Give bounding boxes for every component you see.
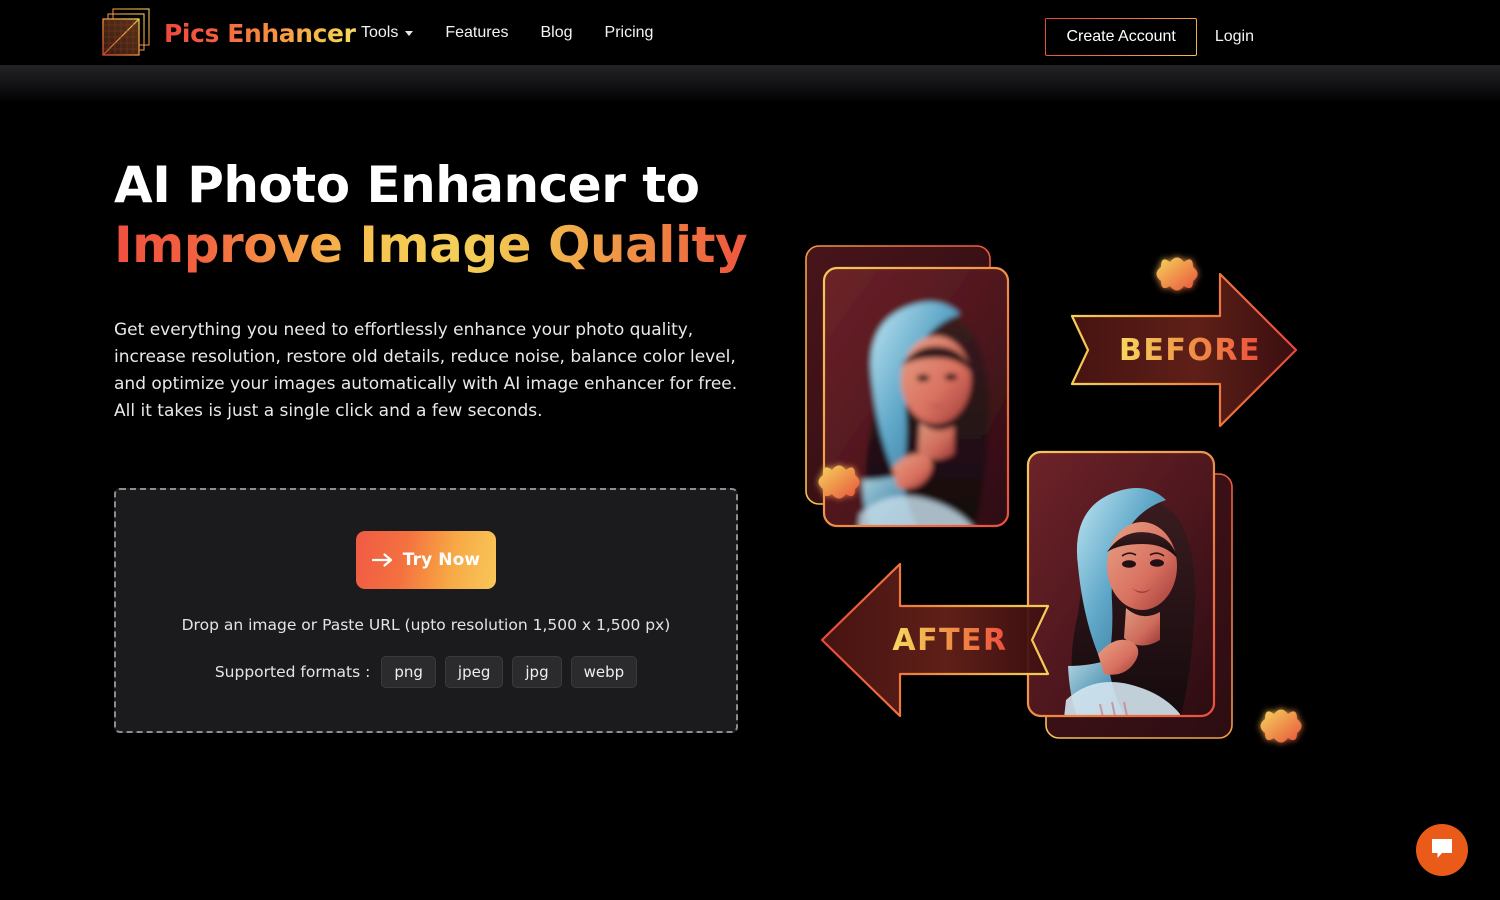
four-point-star-icon xyxy=(1156,257,1198,291)
hero-description: Get everything you need to effortlessly … xyxy=(114,320,738,421)
nav-label-blog: Blog xyxy=(540,23,573,41)
four-point-star-icon xyxy=(818,465,860,499)
header-gradient-divider xyxy=(0,65,1500,103)
supported-formats-row: Supported formats : png jpeg jpg webp xyxy=(214,656,638,688)
stacked-frames-icon xyxy=(100,6,158,60)
arrow-right-icon xyxy=(371,552,394,568)
arrow-right-banner-icon: BEFORE xyxy=(1070,272,1298,428)
format-chip-webp[interactable]: webp xyxy=(570,656,638,688)
nav-label-pricing: Pricing xyxy=(604,23,654,41)
format-chip-png[interactable]: png xyxy=(381,656,436,688)
chevron-down-icon xyxy=(405,31,414,36)
chat-bubble-icon xyxy=(1429,837,1455,864)
try-now-button[interactable]: Try Now xyxy=(356,531,496,589)
auth-actions: Create Account Login xyxy=(1045,18,1272,56)
brand-name: Pics Enhancer xyxy=(164,18,356,48)
brand-logo[interactable]: Pics Enhancer xyxy=(100,6,356,60)
format-chip-jpeg[interactable]: jpeg xyxy=(444,656,504,688)
supported-formats-label: Supported formats : xyxy=(214,663,371,681)
photo-card-after xyxy=(1026,450,1216,718)
image-dropzone[interactable]: Try Now Drop an image or Paste URL (upto… xyxy=(114,488,738,733)
main-navigation: Tools Features Blog Pricing xyxy=(345,0,669,65)
create-account-button[interactable]: Create Account xyxy=(1045,18,1196,56)
nav-label-tools: Tools xyxy=(361,23,399,41)
page-title-line-1: AI Photo Enhancer to xyxy=(114,156,700,214)
hero-copy: AI Photo Enhancer to Improve Image Quali… xyxy=(114,155,774,425)
nav-item-pricing[interactable]: Pricing xyxy=(589,18,670,48)
before-label: BEFORE xyxy=(1119,333,1261,368)
site-header: Pics Enhancer Tools Features Blog Pricin… xyxy=(0,0,1500,65)
dropzone-hint: Drop an image or Paste URL (upto resolut… xyxy=(181,616,671,634)
photo-card-before xyxy=(822,266,1010,528)
four-point-star-icon xyxy=(1260,709,1302,743)
nav-item-blog[interactable]: Blog xyxy=(525,18,589,48)
nav-item-features[interactable]: Features xyxy=(429,18,524,48)
arrow-left-banner-icon: AFTER xyxy=(820,562,1050,718)
login-link[interactable]: Login xyxy=(1197,19,1272,55)
nav-label-features: Features xyxy=(445,23,509,41)
nav-item-tools[interactable]: Tools xyxy=(345,18,429,48)
format-chip-jpg[interactable]: jpg xyxy=(512,656,562,688)
hero-before-after-illustration: BEFORE AFTER xyxy=(800,230,1340,770)
try-now-label: Try Now xyxy=(402,550,481,570)
page-title-line-2: Improve Image Quality xyxy=(114,215,774,275)
page-title: AI Photo Enhancer to Improve Image Quali… xyxy=(114,155,774,275)
after-label: AFTER xyxy=(892,623,1007,658)
chat-widget-button[interactable] xyxy=(1416,824,1468,876)
